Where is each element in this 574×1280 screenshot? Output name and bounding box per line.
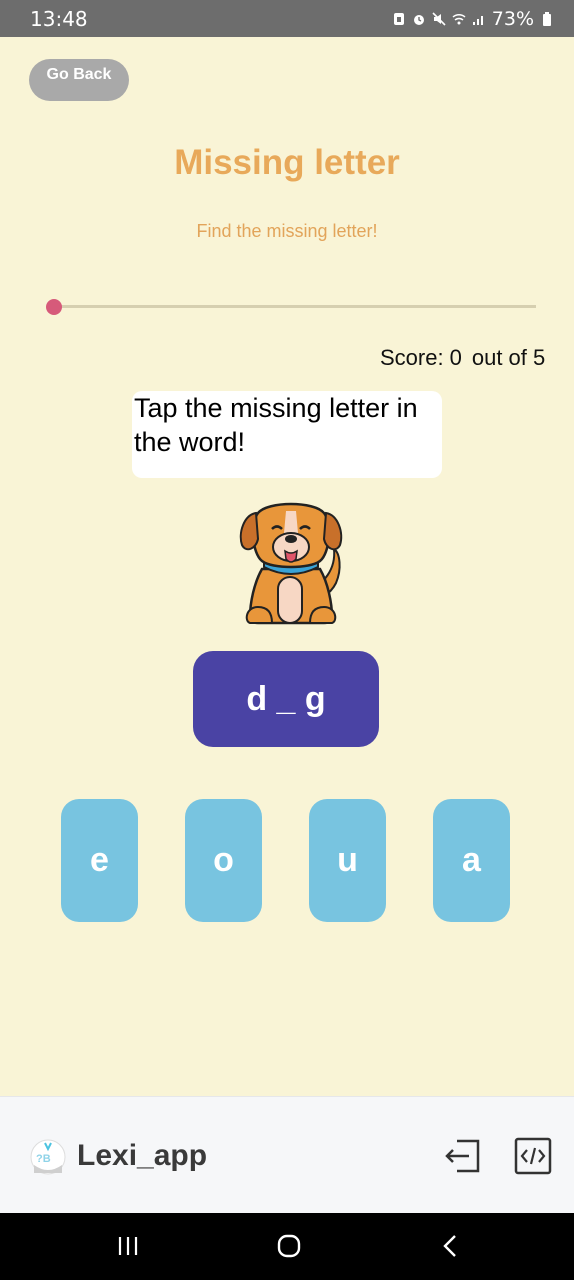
progress-track <box>54 305 536 308</box>
dog-icon <box>239 502 343 625</box>
score-value: 0 <box>449 345 462 370</box>
go-back-button[interactable]: Go Back <box>29 59 129 101</box>
logo-letters: ?B <box>36 1153 51 1165</box>
choice-letter-button[interactable]: a <box>433 799 510 922</box>
app-name: Lexi_app <box>77 1139 208 1172</box>
app-logo-icon: ?B <box>30 1139 66 1175</box>
wifi-icon <box>452 13 466 25</box>
progress-thumb[interactable] <box>46 299 62 315</box>
score-display: Score: 0 out of 5 <box>380 345 545 371</box>
word-display: d _ g <box>193 651 379 747</box>
system-navigation-bar <box>0 1213 574 1280</box>
choice-letter-button[interactable]: o <box>185 799 262 922</box>
score-total: out of 5 <box>471 345 546 370</box>
letter-choices: e o u a <box>61 799 510 922</box>
status-time: 13:48 <box>30 7 88 31</box>
back-icon[interactable] <box>436 1231 466 1261</box>
code-icon[interactable] <box>514 1137 552 1175</box>
choice-letter-button[interactable]: u <box>309 799 386 922</box>
battery-icon <box>543 12 551 26</box>
signal-icon <box>472 16 483 25</box>
recent-apps-icon[interactable] <box>114 1231 144 1261</box>
page-subtitle: Find the missing letter! <box>196 221 378 241</box>
mute-icon <box>432 12 446 26</box>
home-icon[interactable] <box>274 1231 304 1261</box>
alarm-icon <box>413 15 424 25</box>
choice-letter-button[interactable]: e <box>61 799 138 922</box>
exit-icon[interactable] <box>443 1137 481 1175</box>
score-label: Score: <box>380 345 444 370</box>
game-screen: Go Back Missing letter Find the missing … <box>0 37 574 1096</box>
status-bar: 13:48 73% <box>0 0 574 37</box>
app-footer: ?B Lexi_app <box>0 1096 574 1214</box>
status-icons: 73% <box>392 8 554 30</box>
sim-card-icon <box>393 13 404 25</box>
instruction-card: Tap the missing letter in the word! <box>132 391 442 478</box>
battery-percent: 73% <box>491 8 534 30</box>
page-title: Missing letter <box>174 143 400 182</box>
